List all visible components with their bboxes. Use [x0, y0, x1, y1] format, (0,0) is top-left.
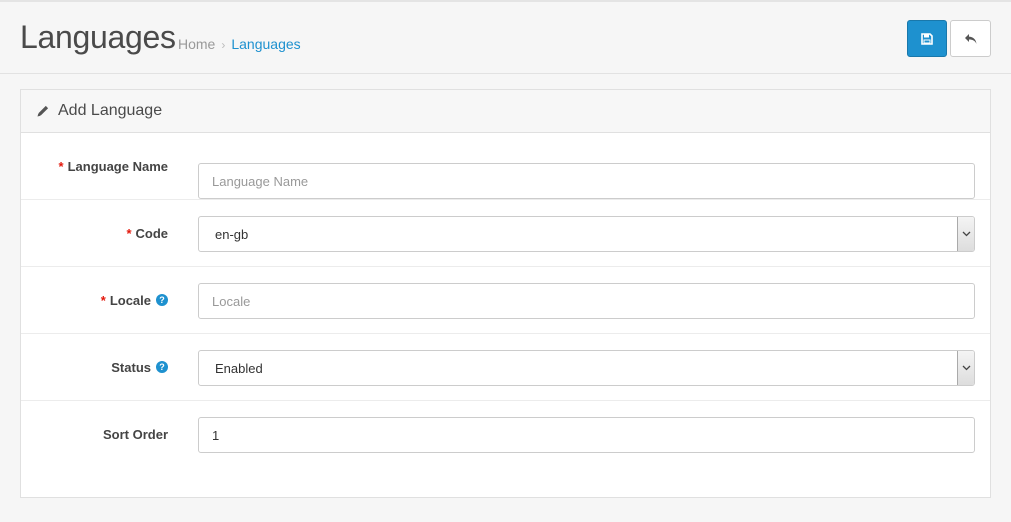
locale-input[interactable]	[198, 283, 975, 319]
sort-order-input[interactable]	[198, 417, 975, 453]
form-row-language-name: * Language Name	[21, 133, 990, 200]
breadcrumb-separator-icon: ›	[221, 38, 226, 52]
locale-label: * Locale ?	[101, 267, 168, 333]
required-marker: *	[58, 158, 64, 174]
sort-order-label-text: Sort Order	[102, 427, 168, 442]
form-row-code: * Code en-gb	[21, 200, 990, 267]
required-marker: *	[100, 292, 106, 308]
save-button[interactable]	[907, 20, 947, 57]
page-header: Languages Home › Languages	[0, 2, 1011, 74]
sort-order-label: Sort Order	[103, 401, 168, 468]
status-select-value: Enabled	[215, 360, 263, 376]
status-select[interactable]: Enabled	[198, 350, 975, 386]
breadcrumb-languages-link[interactable]: Languages	[231, 36, 300, 52]
reply-icon	[964, 33, 976, 44]
add-language-panel: Add Language * Language Name * Code en-g…	[20, 89, 991, 498]
help-icon[interactable]: ?	[156, 294, 168, 306]
page-title: Languages	[20, 19, 176, 55]
help-icon[interactable]: ?	[156, 361, 168, 373]
save-icon	[921, 32, 933, 45]
form-row-locale: * Locale ?	[21, 267, 990, 334]
required-marker: *	[126, 225, 132, 241]
chevron-down-icon[interactable]	[957, 217, 974, 251]
code-select-value: en-gb	[215, 226, 249, 242]
breadcrumb-home-link[interactable]: Home	[178, 36, 215, 52]
language-name-label-text: Language Name	[67, 158, 168, 174]
language-name-input[interactable]	[198, 163, 975, 199]
code-label: * Code	[126, 200, 168, 266]
form-row-status: Status ? Enabled	[21, 334, 990, 401]
panel-heading: Add Language	[21, 90, 990, 133]
locale-label-text: Locale	[109, 292, 151, 308]
back-button[interactable]	[950, 20, 991, 57]
panel-title: Add Language	[58, 102, 163, 119]
language-name-label: * Language Name	[59, 133, 168, 199]
code-select[interactable]: en-gb	[198, 216, 975, 252]
status-label: Status ?	[111, 334, 168, 400]
code-label-text: Code	[135, 225, 169, 241]
form-row-sort-order: Sort Order	[21, 401, 990, 468]
chevron-down-icon[interactable]	[957, 351, 974, 385]
status-label-text: Status	[111, 359, 151, 375]
pencil-icon	[37, 105, 49, 117]
breadcrumb: Home › Languages	[178, 36, 301, 52]
